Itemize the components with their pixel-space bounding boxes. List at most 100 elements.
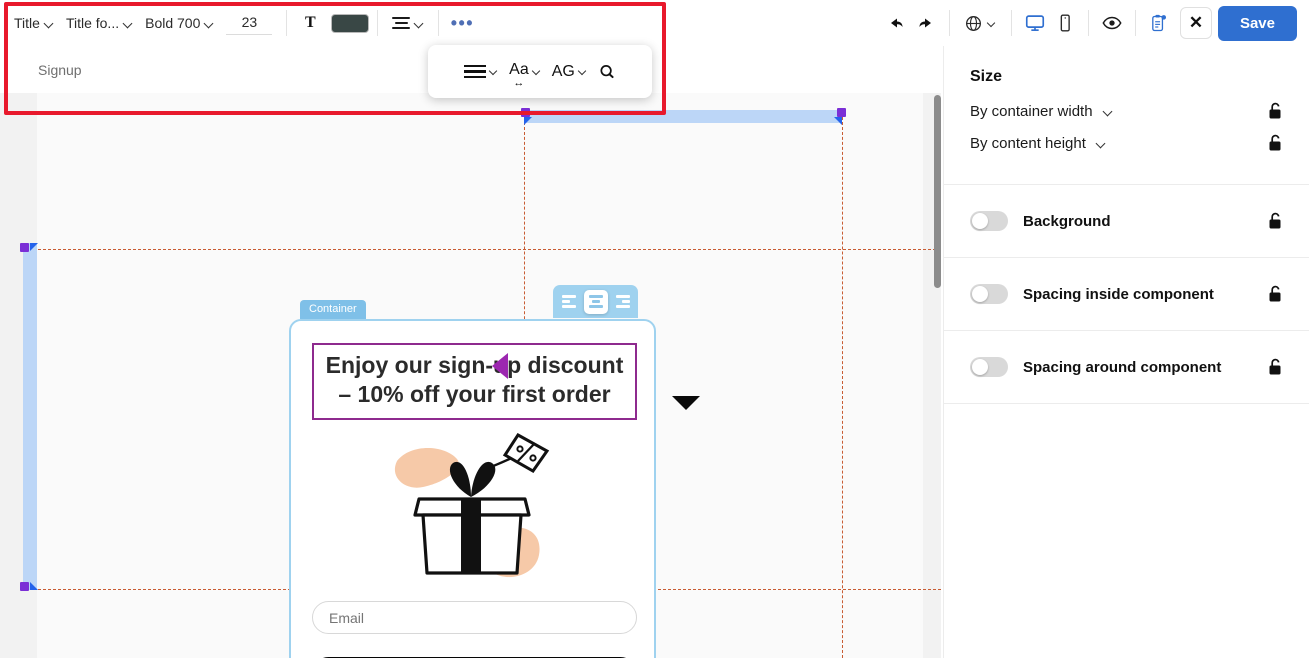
toolbar-left-group: Title Title fo... Bold 700 T •••	[0, 0, 477, 46]
font-family-select-label: Title fo...	[65, 15, 120, 31]
eye-icon	[1102, 16, 1122, 30]
size-row-label: By content height	[970, 134, 1086, 152]
align-left-icon	[561, 295, 576, 308]
unlocked-padlock-icon[interactable]	[1267, 358, 1283, 376]
properties-panel: Size By container width By content heigh…	[943, 46, 1309, 658]
horizontal-guide	[23, 249, 941, 250]
chevron-down-icon	[205, 19, 214, 28]
headline-selection-box[interactable]: Enjoy our sign-up discount – 10% off you…	[312, 343, 637, 420]
text-align-select[interactable]	[386, 13, 430, 33]
size-row-left: By container width	[970, 103, 1113, 120]
toolbar-divider	[438, 10, 440, 36]
panel-divider	[944, 403, 1309, 404]
gift-box-illustration	[394, 433, 550, 578]
align-center-button[interactable]	[583, 289, 608, 314]
unlocked-padlock-icon[interactable]	[1267, 102, 1283, 120]
canvas-scrollbar[interactable]	[934, 93, 942, 658]
language-select[interactable]	[958, 10, 1003, 37]
size-row-label: By container width	[970, 102, 1093, 120]
unlocked-padlock-icon[interactable]	[1267, 134, 1283, 152]
mobile-icon	[1060, 14, 1070, 32]
top-toolbar: Title Title fo... Bold 700 T •••	[0, 0, 1309, 46]
container-align-toolbar	[553, 285, 638, 318]
font-size-input[interactable]	[226, 11, 273, 35]
selection-handle[interactable]	[20, 582, 29, 591]
unlocked-padlock-icon[interactable]	[1267, 212, 1283, 230]
canvas-scroll-thumb[interactable]	[934, 95, 941, 288]
background-toggle[interactable]	[970, 211, 1008, 231]
desktop-icon	[1025, 15, 1045, 31]
chevron-down-icon	[1097, 139, 1106, 148]
text-style-select[interactable]: Title	[8, 11, 60, 35]
line-height-control[interactable]	[461, 61, 502, 83]
align-center-icon	[588, 295, 603, 308]
spacing-around-toggle[interactable]	[970, 357, 1008, 377]
breadcrumb-page-name[interactable]: Signup	[38, 62, 82, 78]
toolbar-divider	[1010, 10, 1012, 36]
redo-button[interactable]	[911, 8, 941, 38]
line-height-icon	[464, 64, 487, 79]
selection-handle[interactable]	[837, 108, 846, 117]
align-left-button[interactable]	[557, 290, 581, 314]
editor-canvas-area: Container Enjoy our sign-up discount – 1…	[0, 93, 941, 658]
close-button[interactable]: ✕	[1179, 7, 1212, 39]
size-row-left: By content height	[970, 135, 1106, 152]
spacing-around-toggle-label: Spacing around component	[1023, 358, 1222, 376]
chevron-down-icon	[1104, 107, 1113, 116]
chevron-down-icon	[533, 67, 542, 76]
toolbar-divider	[1087, 10, 1089, 36]
chevron-down-icon	[415, 19, 424, 28]
undo-button[interactable]	[881, 8, 911, 38]
mobile-view-button[interactable]	[1050, 8, 1080, 38]
size-row-content-height[interactable]: By content height	[970, 134, 1283, 152]
text-transform-control[interactable]: AG	[549, 59, 591, 85]
more-options-button[interactable]: •••	[447, 8, 477, 38]
text-color-letter: T	[305, 14, 316, 31]
undo-icon	[890, 18, 903, 28]
align-center-icon	[392, 17, 411, 29]
font-weight-select[interactable]: Bold 700	[139, 11, 220, 35]
search-control[interactable]	[595, 59, 619, 85]
selection-handle[interactable]	[20, 243, 29, 252]
chevron-down-icon	[45, 19, 54, 28]
globe-icon	[965, 15, 981, 31]
font-family-select[interactable]: Title fo...	[60, 11, 139, 35]
notes-button[interactable]	[1144, 8, 1174, 38]
redo-icon	[919, 18, 931, 28]
font-weight-select-label: Bold 700	[145, 15, 201, 31]
align-right-button[interactable]	[611, 290, 635, 314]
text-style-select-label: Title	[14, 15, 40, 31]
headline-text: Enjoy our sign-up discount – 10% off you…	[325, 352, 624, 408]
left-selection-bar[interactable]	[23, 243, 37, 590]
container-badge[interactable]: Container	[300, 300, 366, 319]
purple-drag-caret[interactable]	[492, 353, 508, 379]
selection-corner-handle[interactable]	[30, 582, 38, 590]
selection-corner-handle[interactable]	[834, 117, 842, 125]
vertical-guide	[842, 117, 843, 658]
spacing-around-toggle-row[interactable]: Spacing around component	[944, 331, 1309, 403]
preview-button[interactable]	[1097, 8, 1127, 38]
selection-corner-handle[interactable]	[524, 117, 532, 125]
toolbar-divider	[948, 10, 950, 36]
align-right-icon	[615, 295, 630, 308]
black-drop-caret[interactable]	[672, 396, 700, 410]
toolbar-divider	[377, 10, 379, 36]
email-input[interactable]	[312, 601, 637, 634]
text-color-glyph[interactable]: T	[295, 8, 325, 38]
background-toggle-label: Background	[1023, 212, 1111, 230]
desktop-view-button[interactable]	[1020, 8, 1050, 38]
unlocked-padlock-icon[interactable]	[1267, 285, 1283, 303]
size-row-container-width[interactable]: By container width	[970, 102, 1283, 120]
spacing-inside-toggle[interactable]	[970, 284, 1008, 304]
clipboard-icon	[1152, 14, 1167, 31]
toggle-row-left: Spacing around component	[970, 357, 1221, 377]
top-selection-bar[interactable]	[524, 110, 842, 123]
selection-handle[interactable]	[521, 108, 530, 117]
text-color-swatch[interactable]	[331, 13, 370, 33]
signup-card-container[interactable]: Enjoy our sign-up discount – 10% off you…	[289, 319, 656, 658]
spacing-inside-toggle-row[interactable]: Spacing inside component	[944, 258, 1309, 330]
save-button[interactable]: Save	[1217, 5, 1297, 41]
background-toggle-row[interactable]: Background	[944, 185, 1309, 257]
letter-spacing-control[interactable]: Aa	[506, 57, 545, 89]
selection-corner-handle[interactable]	[30, 243, 38, 251]
